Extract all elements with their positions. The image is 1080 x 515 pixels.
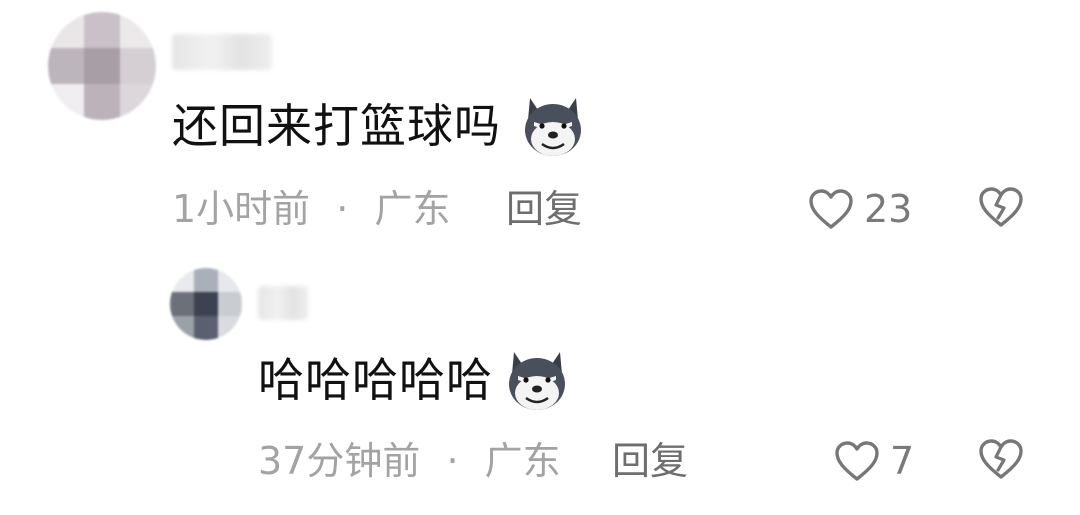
comment-meta: 37分钟前 · 广东 (258, 436, 561, 486)
location: 广东 (484, 439, 561, 483)
timestamp: 1小时前 (172, 187, 311, 231)
comment-content: 还回来打篮球吗 (172, 99, 501, 153)
comment-content: 哈哈哈哈哈 (258, 353, 493, 407)
avatar[interactable] (48, 12, 156, 120)
location: 广东 (374, 187, 451, 231)
like-count: 23 (864, 187, 913, 231)
comment-meta: 1小时前 · 广东 (172, 184, 450, 234)
username[interactable] (172, 34, 272, 70)
husky-dog-emoji (525, 98, 581, 156)
heart-outline-icon (835, 441, 879, 481)
broken-heart-icon[interactable] (978, 186, 1024, 228)
comment-text: 还回来打篮球吗 (172, 96, 501, 156)
like-button[interactable]: 23 (808, 184, 912, 234)
like-button[interactable]: 7 (834, 436, 914, 486)
avatar[interactable] (170, 268, 242, 340)
like-count: 7 (890, 439, 915, 483)
reply-button[interactable]: 回复 (612, 436, 688, 486)
reply-button[interactable]: 回复 (506, 184, 582, 234)
meta-separator: · (336, 187, 349, 231)
username[interactable] (258, 286, 308, 320)
heart-outline-icon (809, 189, 853, 229)
timestamp: 37分钟前 (258, 439, 421, 483)
comment-text: 哈哈哈哈哈 (258, 350, 493, 410)
meta-separator: · (446, 439, 459, 483)
husky-dog-emoji (509, 352, 565, 410)
broken-heart-icon[interactable] (978, 438, 1024, 480)
